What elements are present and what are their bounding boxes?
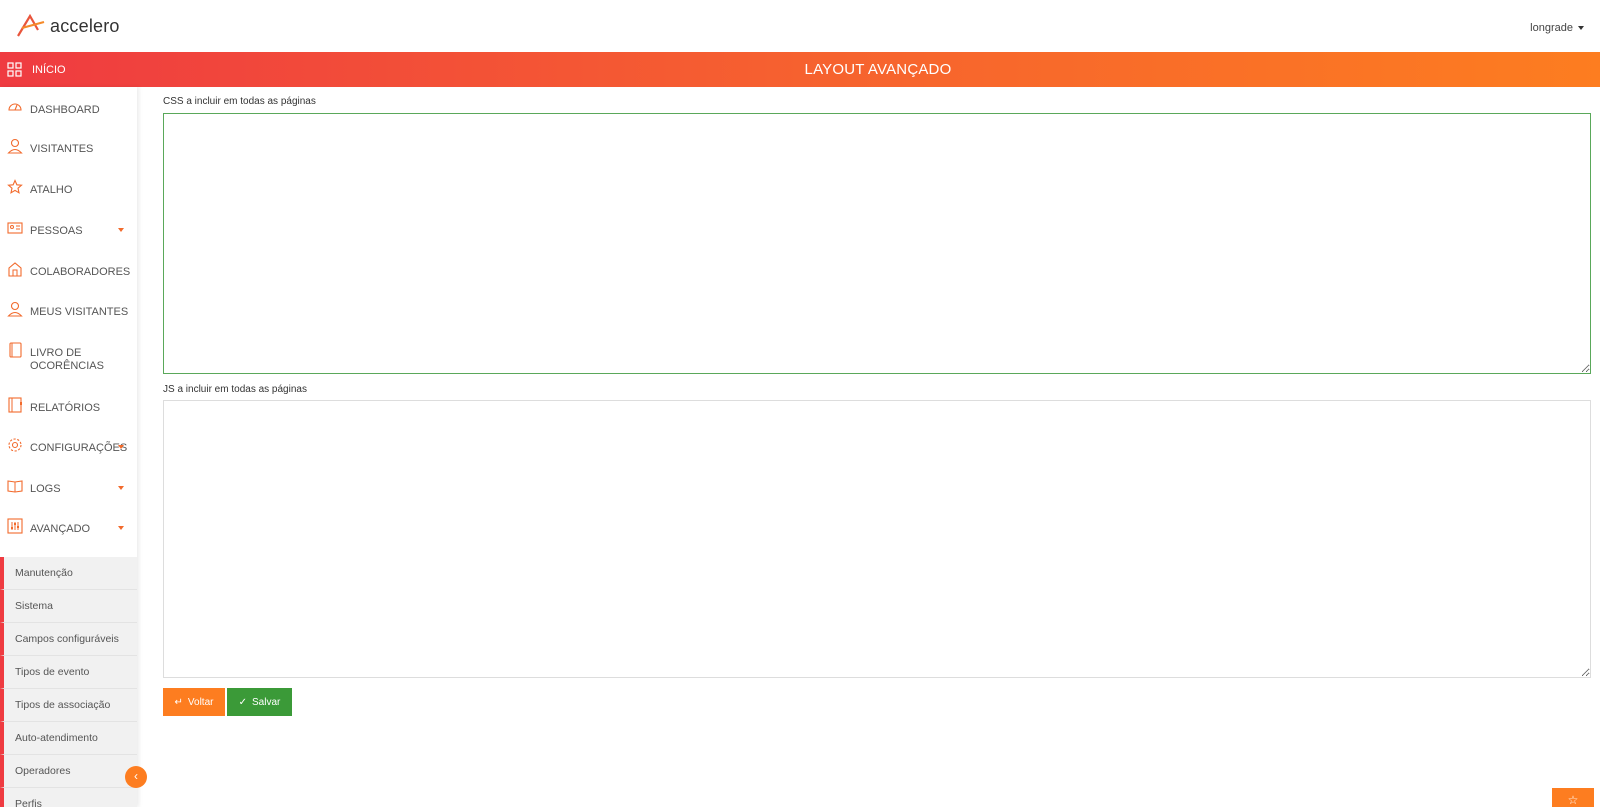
chevron-down-icon (118, 445, 124, 449)
star-icon (7, 179, 23, 194)
gear-icon (8, 438, 22, 452)
chevron-down-icon (118, 486, 124, 490)
book-icon (9, 342, 22, 358)
submenu-avancado: Manutenção Sistema Campos configuráveis … (0, 557, 137, 807)
sidebar-item-dashboard[interactable]: DASHBOARD (0, 99, 107, 117)
submenu-item-sistema[interactable]: Sistema (0, 590, 137, 623)
page-header-band: INÍCIO LAYOUT AVANÇADO (0, 52, 1600, 87)
sidebar-item-atalho[interactable]: ATALHO (0, 179, 79, 197)
save-button[interactable]: ✓ Salvar (227, 688, 292, 716)
id-card-icon (7, 222, 23, 234)
submenu-item-tipos-de-associacao[interactable]: Tipos de associação (0, 689, 137, 722)
sidebar-item-label: VISITANTES (30, 143, 94, 155)
submenu-item-operadores[interactable]: Operadores (0, 755, 137, 788)
sidebar-item-label: RELATÓRIOS (30, 402, 101, 414)
logo[interactable]: accelero (16, 14, 120, 38)
brand-name: accelero (50, 15, 120, 36)
star-icon: ☆ (1567, 793, 1579, 807)
sidebar: DASHBOARD VISITANTES ATALHO PESSOAS COLA… (0, 87, 137, 807)
back-button-label: Voltar (187, 696, 214, 708)
check-icon: ✓ (238, 696, 248, 708)
open-book-icon (7, 480, 23, 493)
chevron-left-icon: ‹ (134, 769, 138, 783)
sidebar-item-label: LIVRO DE OCORÊNCIAS (30, 347, 104, 372)
user-icon (7, 301, 23, 317)
submenu-item-tipos-de-evento[interactable]: Tipos de evento (0, 656, 137, 689)
chevron-down-icon (1578, 26, 1584, 30)
sidebar-item-relatorios[interactable]: RELATÓRIOS (0, 397, 107, 415)
sidebar-item-label: ATALHO (30, 184, 73, 196)
sidebar-item-colaboradores[interactable]: COLABORADORES (0, 261, 137, 279)
sidebar-item-label: AVANÇADO (30, 523, 91, 535)
sidebar-item-label: PESSOAS (30, 225, 83, 237)
chevron-down-icon (118, 526, 124, 530)
js-field-label: JS a incluir em todas as páginas (163, 384, 307, 395)
sidebar-item-label: MEUS VISITANTES (30, 306, 129, 318)
submenu-item-perfis[interactable]: Perfis (0, 788, 137, 807)
css-textarea[interactable] (163, 113, 1591, 374)
chevron-down-icon (118, 228, 124, 232)
sidebar-item-label: CONFIGURAÇÕES (30, 442, 128, 454)
page-title: LAYOUT AVANÇADO (804, 61, 952, 78)
top-bar: accelero longrade (0, 0, 1600, 52)
submenu-item-auto-atendimento[interactable]: Auto-atendimento (0, 722, 137, 755)
user-menu[interactable]: longrade (1530, 22, 1584, 34)
sidebar-item-pessoas[interactable]: PESSOAS (0, 220, 137, 238)
dashboard-icon (8, 103, 22, 111)
user-name: longrade (1530, 22, 1573, 34)
sidebar-item-configuracoes[interactable]: CONFIGURAÇÕES (0, 437, 137, 455)
js-textarea[interactable] (163, 400, 1591, 678)
back-button[interactable]: ↵ Voltar (163, 688, 225, 716)
user-icon (7, 138, 23, 154)
sidebar-item-label: DASHBOARD (30, 104, 100, 116)
sliders-icon (7, 518, 23, 534)
undo-icon: ↵ (174, 696, 183, 708)
report-icon (8, 397, 22, 413)
accelero-logo-icon (17, 14, 45, 37)
sidebar-collapse-button[interactable]: ‹ (125, 766, 147, 788)
sidebar-item-avancado[interactable]: AVANÇADO (0, 518, 137, 536)
sidebar-item-visitantes[interactable]: VISITANTES (0, 138, 100, 156)
submenu-item-manutencao[interactable]: Manutenção (0, 557, 137, 590)
sidebar-item-logs[interactable]: LOGS (0, 478, 137, 496)
sidebar-item-label: COLABORADORES (30, 266, 131, 278)
sidebar-item-label: LOGS (30, 483, 61, 495)
css-field-label: CSS a incluir em todas as páginas (163, 96, 316, 107)
building-icon (8, 262, 22, 277)
save-button-label: Salvar (252, 696, 281, 708)
favorite-button[interactable]: ☆ (1552, 788, 1594, 807)
sidebar-item-meus-visitantes[interactable]: MEUS VISITANTES (0, 301, 135, 319)
sidebar-item-livro-de-ocorencias[interactable]: LIVRO DE OCORÊNCIAS (0, 342, 110, 373)
submenu-item-campos-configuraveis[interactable]: Campos configuráveis (0, 623, 137, 656)
